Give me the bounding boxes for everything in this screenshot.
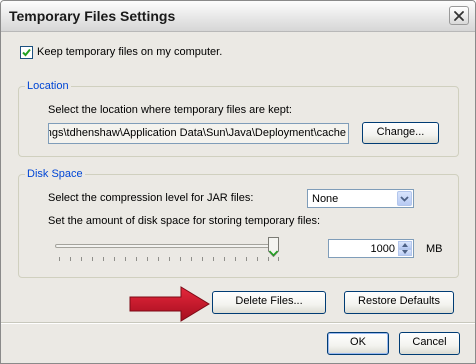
keep-files-checkbox[interactable] bbox=[20, 45, 33, 59]
disk-amount-label: Set the amount of disk space for storing… bbox=[48, 215, 321, 227]
disk-amount-spinner[interactable]: 1000 bbox=[328, 239, 414, 258]
compression-value: None bbox=[312, 193, 339, 205]
compression-select[interactable]: None bbox=[307, 189, 414, 208]
arrow-right-icon bbox=[129, 286, 210, 322]
close-button[interactable] bbox=[449, 6, 469, 25]
keep-files-row: Keep temporary files on my computer. bbox=[20, 45, 222, 59]
keep-files-label[interactable]: Keep temporary files on my computer. bbox=[37, 46, 222, 58]
slider-ticks bbox=[59, 257, 279, 261]
disk-space-legend: Disk Space bbox=[27, 168, 83, 180]
dialog-title: Temporary Files Settings bbox=[9, 8, 176, 24]
disk-unit-label: MB bbox=[426, 243, 443, 255]
footer-divider bbox=[1, 322, 475, 324]
temporary-files-settings-dialog: Temporary Files Settings Keep temporary … bbox=[0, 0, 476, 364]
chevron-down-icon bbox=[400, 195, 409, 202]
disk-amount-value: 1000 bbox=[370, 243, 395, 255]
location-description: Select the location where temporary file… bbox=[48, 104, 292, 116]
restore-defaults-button[interactable]: Restore Defaults bbox=[344, 291, 454, 314]
chevron-down-icon bbox=[402, 250, 408, 255]
title-bar: Temporary Files Settings bbox=[1, 1, 475, 32]
delete-files-button[interactable]: Delete Files... bbox=[212, 291, 326, 314]
location-group: Location bbox=[18, 80, 459, 157]
cancel-button[interactable]: Cancel bbox=[399, 332, 460, 355]
spinner-up-button[interactable] bbox=[398, 241, 412, 249]
compression-label: Select the compression level for JAR fil… bbox=[48, 192, 254, 204]
disk-space-slider-track[interactable] bbox=[55, 244, 277, 248]
dropdown-button[interactable] bbox=[397, 191, 412, 206]
spinner-down-button[interactable] bbox=[398, 248, 412, 256]
close-icon bbox=[454, 10, 464, 21]
ok-button[interactable]: OK bbox=[327, 332, 389, 355]
location-legend: Location bbox=[27, 80, 69, 92]
chevron-up-icon bbox=[402, 242, 408, 247]
slider-thumb[interactable] bbox=[268, 237, 279, 257]
location-path-value: C:\Documents and Settings\tdhenshaw\Appl… bbox=[49, 127, 346, 139]
location-path-field[interactable]: C:\Documents and Settings\tdhenshaw\Appl… bbox=[48, 123, 349, 144]
change-location-button[interactable]: Change... bbox=[362, 122, 439, 144]
checkmark-icon bbox=[22, 48, 31, 56]
